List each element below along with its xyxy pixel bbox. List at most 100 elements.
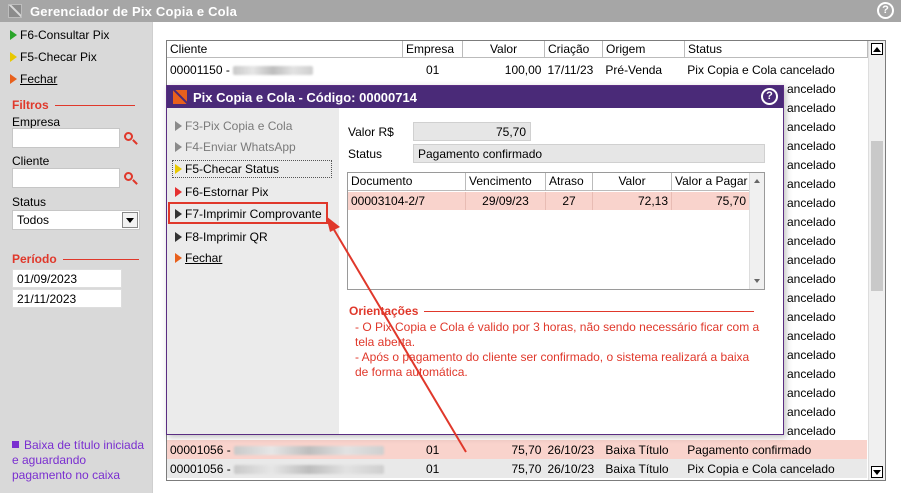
table-row[interactable]: ancelado bbox=[784, 155, 867, 174]
table-row[interactable]: ancelado bbox=[784, 117, 867, 136]
grid-scrollbar[interactable] bbox=[868, 41, 885, 480]
empresa-input[interactable] bbox=[12, 128, 120, 148]
col-valor-pagar[interactable]: Valor a Pagar bbox=[672, 173, 750, 191]
cliente-label: Cliente bbox=[12, 154, 50, 168]
checar-pix-button[interactable]: F5-Checar Pix bbox=[10, 50, 97, 64]
sidebar: F6-Consultar Pix F5-Checar Pix Fechar Fi… bbox=[0, 22, 150, 493]
imprimir-qr-label: F8-Imprimir QR bbox=[185, 230, 268, 244]
filtros-divider bbox=[54, 104, 135, 106]
col-valor[interactable]: Valor bbox=[463, 41, 545, 58]
imprimir-comprovante-label: F7-Imprimir Comprovante bbox=[185, 207, 322, 221]
orientacoes-text: - O Pix Copia e Cola é valido por 3 hora… bbox=[355, 320, 765, 380]
cell-atraso: 27 bbox=[546, 192, 593, 210]
cell-status: Pix Copia e Cola cancelado bbox=[687, 461, 835, 476]
scroll-down-icon[interactable] bbox=[871, 466, 883, 478]
cell-status: ancelado bbox=[787, 423, 836, 438]
table-row[interactable]: ancelado bbox=[784, 98, 867, 117]
table-row[interactable]: ancelado bbox=[784, 345, 867, 364]
empresa-search-icon[interactable] bbox=[124, 132, 138, 146]
estornar-pix-button[interactable]: F6-Estornar Pix bbox=[175, 185, 268, 199]
table-row[interactable]: ancelado bbox=[784, 402, 867, 421]
table-row[interactable]: ancelado bbox=[784, 288, 867, 307]
col-valor-sub[interactable]: Valor bbox=[593, 173, 672, 191]
table-row[interactable]: ancelado bbox=[784, 136, 867, 155]
col-vencimento[interactable]: Vencimento bbox=[466, 173, 546, 191]
fechar-label: Fechar bbox=[20, 72, 58, 86]
filtros-title-text: Filtros bbox=[12, 98, 49, 112]
dialog-fechar-button[interactable]: Fechar bbox=[175, 251, 222, 265]
table-row[interactable]: 00001056 - 01 75,70 26/10/23 Baixa Títul… bbox=[167, 440, 867, 459]
dialog-titlebar: Pix Copia e Cola - Código: 00000714 ? bbox=[167, 86, 783, 108]
chevron-down-icon[interactable] bbox=[122, 212, 138, 228]
cell-status: ancelado bbox=[787, 100, 836, 115]
imprimir-qr-button[interactable]: F8-Imprimir QR bbox=[175, 230, 268, 244]
table-row[interactable]: ancelado bbox=[784, 193, 867, 212]
scroll-thumb[interactable] bbox=[871, 141, 883, 291]
cell-cliente: 00001056 - bbox=[170, 442, 231, 457]
titulos-grid[interactable]: Documento Vencimento Atraso Valor Valor … bbox=[347, 172, 765, 290]
cell-empresa: 01 bbox=[425, 461, 440, 476]
table-row[interactable]: 00003104-2/7 29/09/23 27 72,13 75,70 bbox=[348, 192, 750, 210]
orientacoes-line: - O Pix Copia e Cola é valido por 3 hora… bbox=[355, 320, 760, 349]
checar-status-label: F5-Checar Status bbox=[185, 162, 280, 176]
cell-origem: Baixa Título bbox=[605, 442, 669, 457]
enviar-whatsapp-button[interactable]: F4-Enviar WhatsApp bbox=[175, 140, 296, 154]
col-atraso[interactable]: Atraso bbox=[546, 173, 593, 191]
help-icon[interactable]: ? bbox=[877, 2, 894, 19]
col-status[interactable]: Status bbox=[685, 41, 868, 58]
cell-status: ancelado bbox=[787, 347, 836, 362]
valor-field: 75,70 bbox=[413, 122, 531, 141]
pix-dialog: Pix Copia e Cola - Código: 00000714 ? F3… bbox=[166, 85, 784, 435]
status-select[interactable]: Todos bbox=[12, 210, 140, 230]
col-documento[interactable]: Documento bbox=[348, 173, 466, 191]
cliente-input[interactable] bbox=[12, 168, 120, 188]
col-origem[interactable]: Origem bbox=[603, 41, 685, 58]
dialog-logo-icon bbox=[173, 90, 187, 104]
table-row[interactable]: ancelado bbox=[784, 364, 867, 383]
cell-valor-sub: 72,13 bbox=[593, 192, 672, 210]
table-row[interactable]: ancelado bbox=[784, 307, 867, 326]
table-row[interactable]: ancelado bbox=[784, 269, 867, 288]
date-from-input[interactable]: 01/09/2023 bbox=[12, 269, 122, 288]
cell-status: ancelado bbox=[787, 366, 836, 381]
titulos-scrollbar[interactable] bbox=[749, 173, 764, 289]
dialog-help-icon[interactable]: ? bbox=[761, 88, 778, 105]
checar-status-button[interactable]: F5-Checar Status bbox=[172, 160, 332, 178]
table-row[interactable]: ancelado bbox=[784, 383, 867, 402]
table-row[interactable]: 00001150 - 01 100,00 17/11/23 Pré-Venda … bbox=[167, 60, 867, 79]
table-row[interactable]: ancelado bbox=[784, 79, 867, 98]
fechar-button[interactable]: Fechar bbox=[10, 72, 57, 86]
table-row[interactable]: ancelado bbox=[784, 212, 867, 231]
pix-copia-cola-label: F3-Pix Copia e Cola bbox=[185, 119, 293, 133]
col-cliente[interactable]: Cliente bbox=[167, 41, 403, 58]
date-to-input[interactable]: 21/11/2023 bbox=[12, 289, 122, 308]
legend-baixa-titulo: Baixa de título iniciada e aguardando pa… bbox=[12, 438, 148, 483]
status-select-value: Todos bbox=[17, 213, 50, 227]
cell-status: ancelado bbox=[787, 309, 836, 324]
col-empresa[interactable]: Empresa bbox=[403, 41, 463, 58]
cliente-search-icon[interactable] bbox=[124, 172, 138, 186]
play-yellow-icon bbox=[175, 164, 182, 174]
play-dark-icon bbox=[175, 209, 182, 219]
consultar-pix-button[interactable]: F6-Consultar Pix bbox=[10, 28, 109, 42]
consultar-pix-label: F6-Consultar Pix bbox=[20, 28, 110, 42]
cell-status: ancelado bbox=[787, 138, 836, 153]
cell-valor: 75,70 bbox=[511, 442, 542, 457]
table-row[interactable]: ancelado bbox=[784, 250, 867, 269]
col-criacao[interactable]: Criação bbox=[545, 41, 603, 58]
pix-copia-cola-button[interactable]: F3-Pix Copia e Cola bbox=[175, 119, 292, 133]
orientacoes-divider bbox=[424, 310, 755, 312]
play-orange-icon bbox=[10, 74, 17, 84]
table-row[interactable]: ancelado bbox=[784, 326, 867, 345]
table-row[interactable]: ancelado bbox=[784, 421, 867, 440]
imprimir-comprovante-button[interactable]: F7-Imprimir Comprovante bbox=[175, 207, 322, 221]
scroll-up-icon[interactable] bbox=[871, 43, 883, 55]
table-row[interactable]: ancelado bbox=[784, 174, 867, 193]
scroll-down-icon[interactable] bbox=[752, 276, 762, 286]
status-dialog-label: Status bbox=[348, 147, 383, 161]
scroll-up-icon[interactable] bbox=[752, 176, 762, 186]
table-row[interactable]: ancelado bbox=[784, 231, 867, 250]
estornar-pix-label: F6-Estornar Pix bbox=[185, 185, 269, 199]
table-row[interactable]: 00001056 - 01 75,70 26/10/23 Baixa Títul… bbox=[167, 459, 867, 478]
orientacoes-title: Orientações bbox=[349, 304, 755, 318]
